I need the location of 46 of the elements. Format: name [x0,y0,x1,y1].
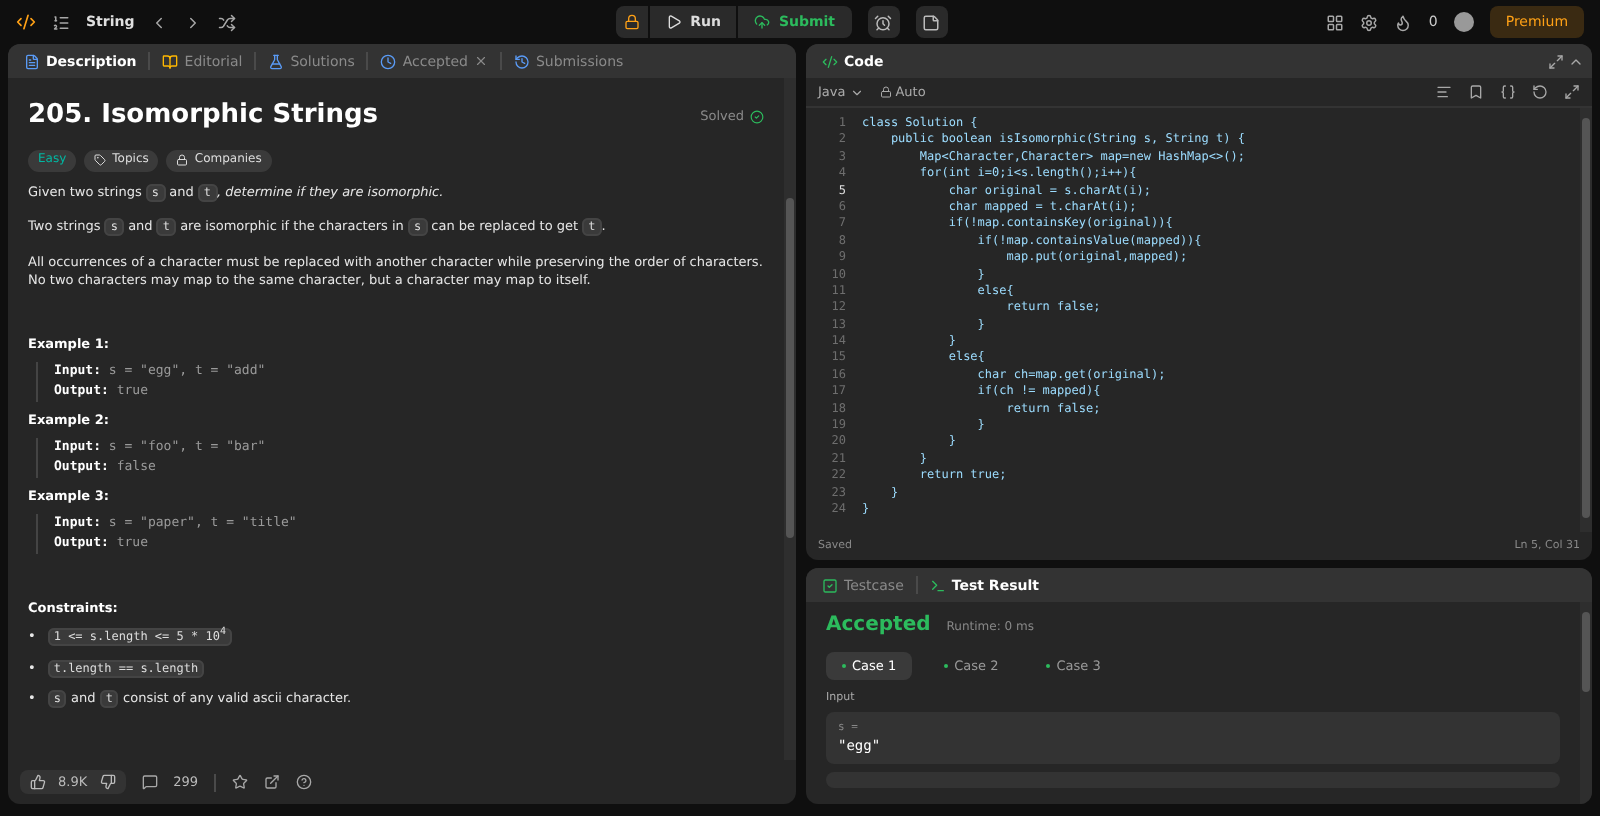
list-icon [52,13,70,31]
play-icon [666,14,683,30]
alarm-clock-icon [874,13,893,31]
tag-icon [94,154,107,167]
settings-icon [1360,13,1379,31]
book-icon [162,53,179,69]
lock-icon [176,154,189,167]
scrollbar[interactable] [1580,602,1592,804]
thumbs-down-icon[interactable] [99,774,116,790]
notes-button[interactable] [915,6,948,38]
clock-icon [380,53,397,69]
bookmark-icon [1468,84,1484,100]
expand-icon [1564,84,1580,100]
logo-icon [16,12,36,32]
lock-icon [624,14,641,30]
problem-title: 205. Isomorphic Strings [28,98,378,134]
verdict: Accepted [826,614,931,636]
thumbs-up-icon[interactable] [30,774,46,790]
close-icon[interactable] [473,54,488,68]
check-circle-icon [750,109,764,124]
reset-icon [1532,84,1548,100]
lock-icon [879,86,892,98]
help-icon [296,774,313,790]
terminal-icon [929,577,946,593]
star-icon [232,774,249,790]
braces-icon [1500,84,1516,100]
flask-icon [268,53,285,69]
comment-icon [141,774,158,790]
format-icon [1436,84,1452,100]
scrollbar[interactable] [1580,108,1592,532]
layout-grid-icon [1326,13,1345,31]
code-icon [822,53,838,69]
document-icon [24,53,40,69]
chevron-down-icon [849,85,864,99]
scrollbar[interactable] [784,78,796,760]
history-icon [513,53,530,69]
maximize-icon [1548,53,1564,69]
checkbox-icon [822,577,838,593]
debug-button[interactable] [616,6,649,38]
avatar[interactable] [1453,12,1474,32]
cloud-upload-icon [754,14,771,30]
shuffle-icon [218,13,237,31]
flame-icon [1394,13,1413,31]
note-icon [922,13,941,31]
share-icon [264,774,281,790]
timer-button[interactable] [867,6,900,38]
